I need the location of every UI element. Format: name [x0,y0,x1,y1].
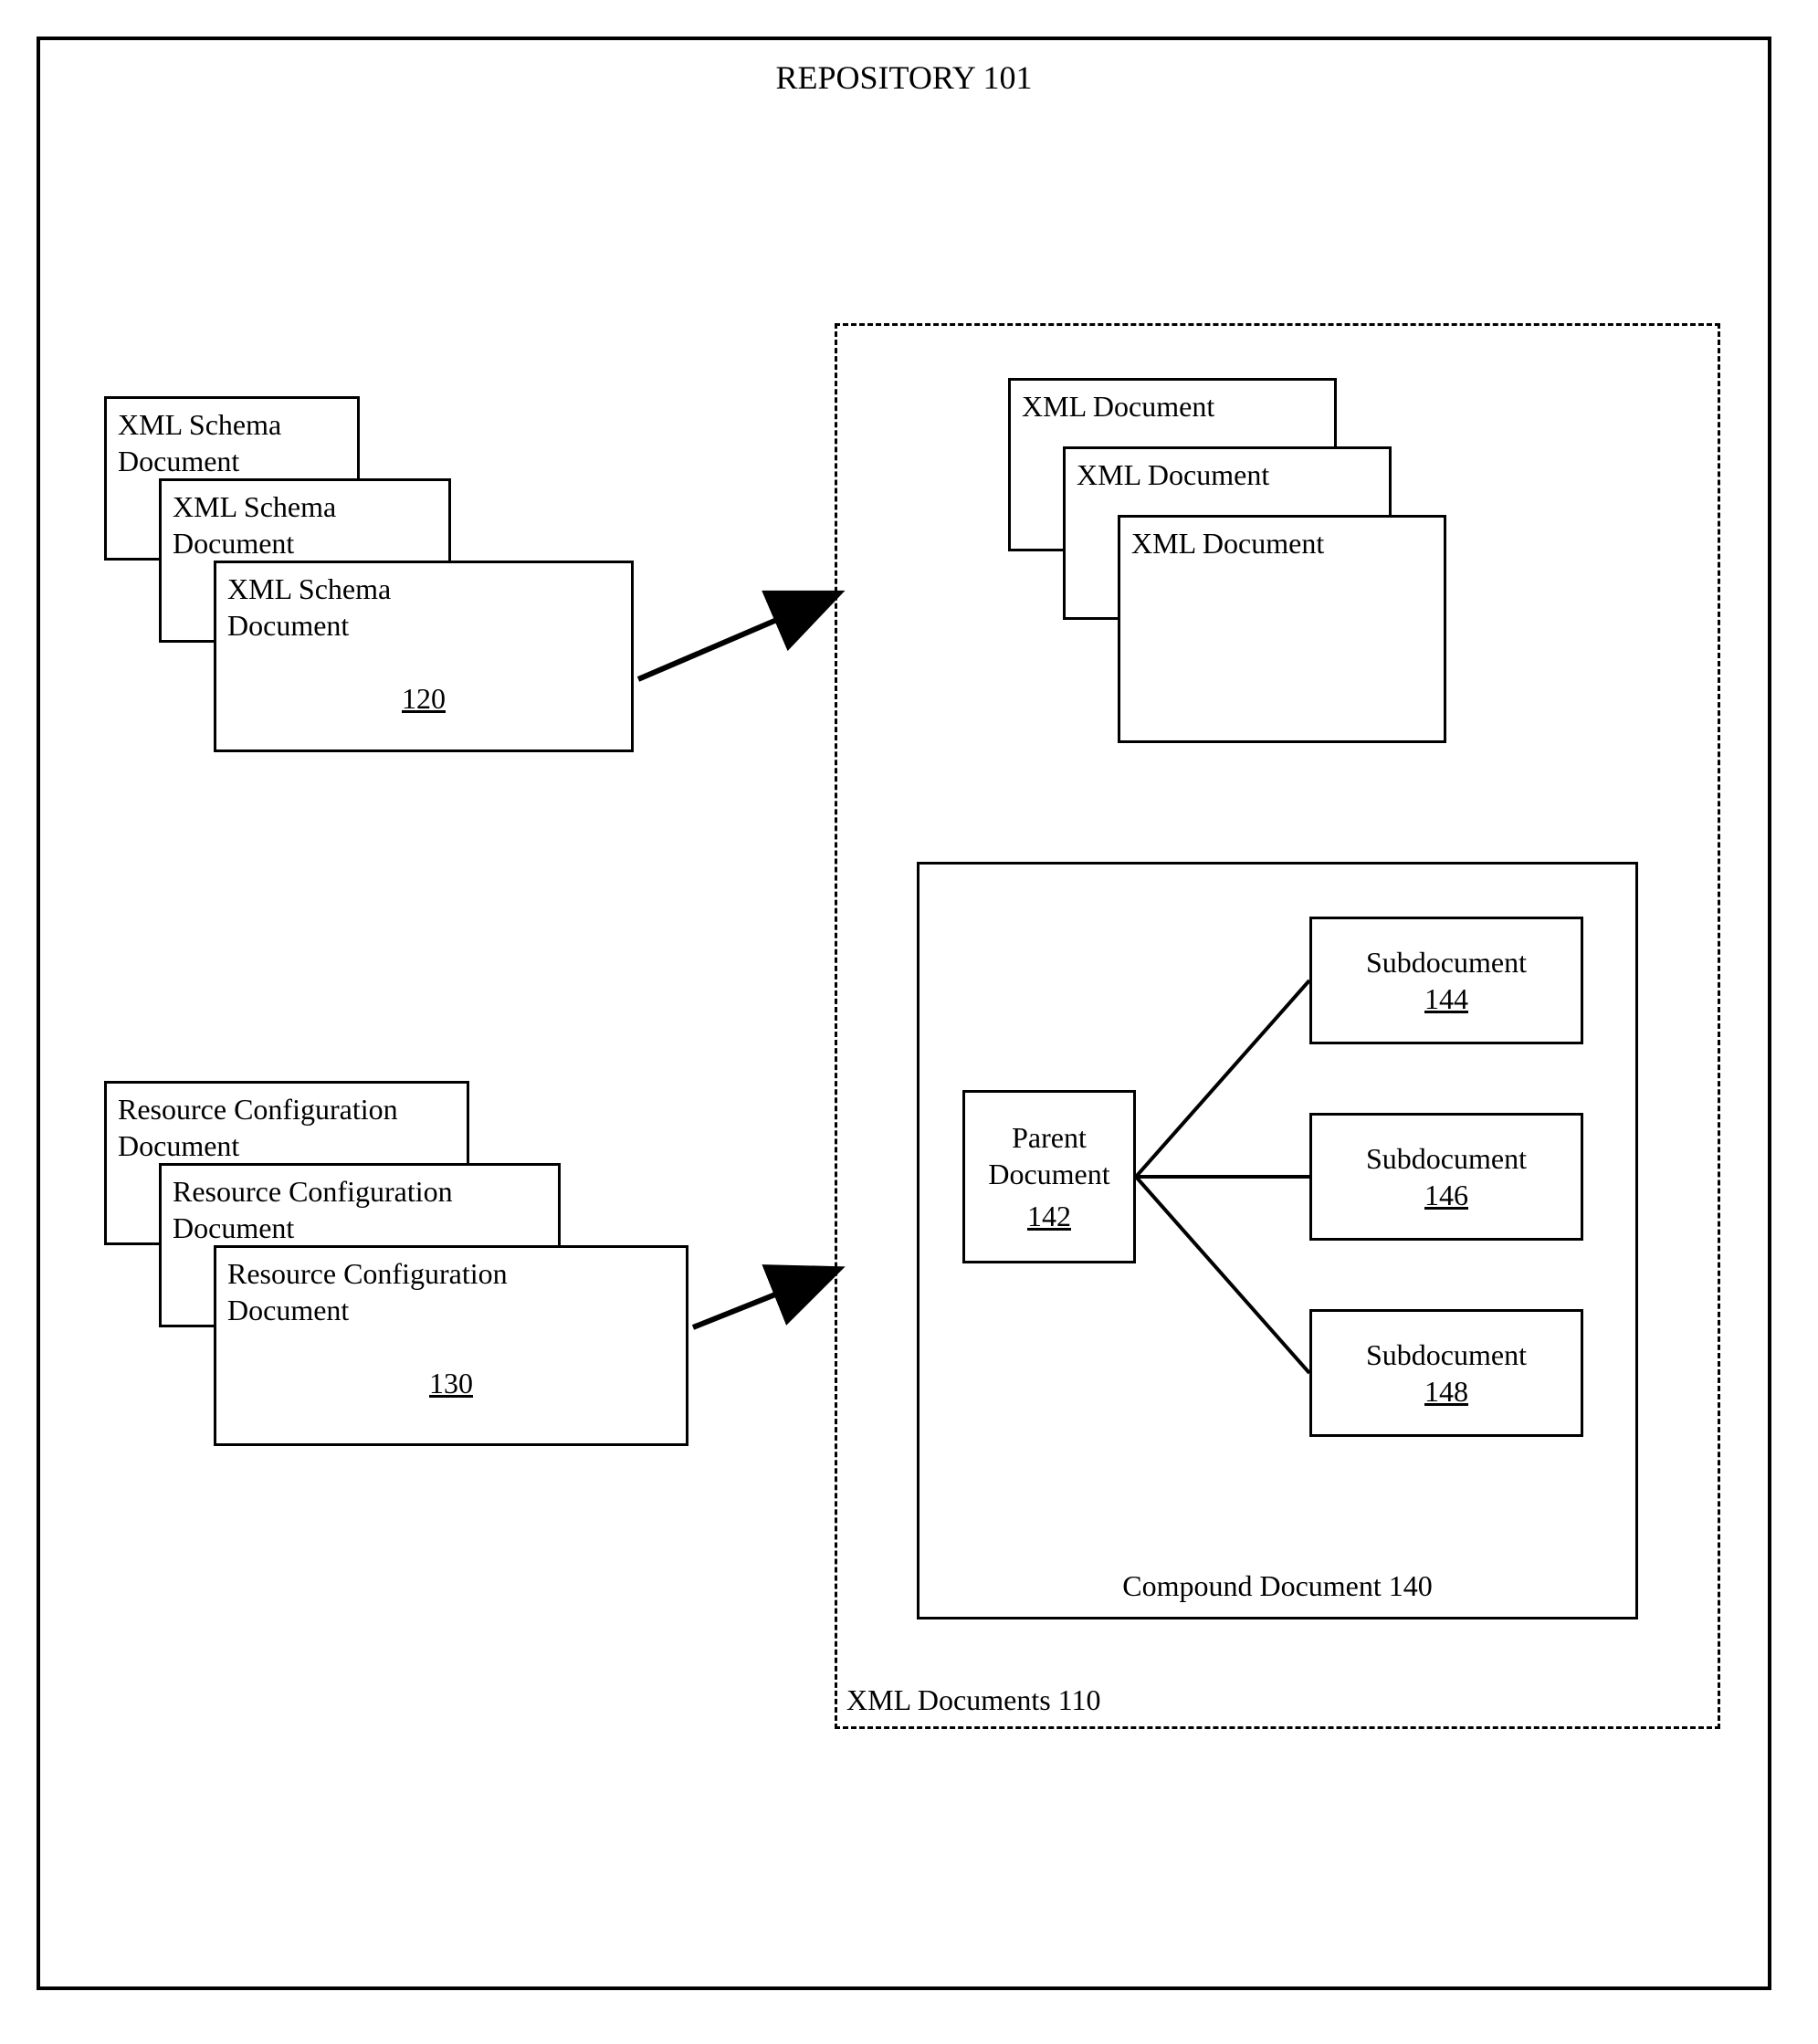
schema-number: 120 [402,682,446,715]
xml-card-3: XML Document [1118,515,1446,743]
resconf-card-3-label: Resource Configuration Document [227,1255,556,1328]
subdocument-2: Subdocument 146 [1309,1113,1583,1241]
resconf-card-2-label: Resource Configuration Document [173,1173,501,1246]
parent-document-label: Parent Document [976,1119,1122,1192]
schema-card-1-label: XML Schema Document [118,406,328,479]
subdocument-2-num: 146 [1424,1177,1468,1213]
xml-card-2-label: XML Document [1077,456,1378,493]
xml-card-1-label: XML Document [1022,388,1323,425]
subdocument-1: Subdocument 144 [1309,917,1583,1044]
subdocument-2-label: Subdocument [1366,1140,1527,1177]
parent-document: Parent Document 142 [962,1090,1136,1263]
compound-caption: Compound Document 140 [920,1567,1635,1604]
repository-title: REPOSITORY 101 [775,58,1032,97]
xml-card-3-label: XML Document [1131,525,1433,561]
schema-card-2-label: XML Schema Document [173,488,383,561]
xml-documents-group-label: XML Documents 110 [846,1683,1100,1717]
subdocument-3-num: 148 [1424,1373,1468,1410]
subdocument-3: Subdocument 148 [1309,1309,1583,1437]
subdocument-3-label: Subdocument [1366,1336,1527,1373]
subdocument-1-num: 144 [1424,980,1468,1017]
repository-frame: REPOSITORY 101 XML Schema Document XML S… [37,37,1771,1990]
arrow-resconf-to-xmldocs [693,1273,830,1327]
resconf-card-1-label: Resource Configuration Document [118,1091,447,1164]
subdocument-1-label: Subdocument [1366,944,1527,980]
resconf-number: 130 [429,1367,473,1399]
schema-card-3-label: XML Schema Document [227,571,437,644]
parent-document-num: 142 [1027,1198,1071,1234]
resconf-card-3: Resource Configuration Document 130 [214,1245,688,1446]
schema-card-3: XML Schema Document 120 [214,561,634,752]
arrow-schema-to-xmldocs [638,597,830,679]
